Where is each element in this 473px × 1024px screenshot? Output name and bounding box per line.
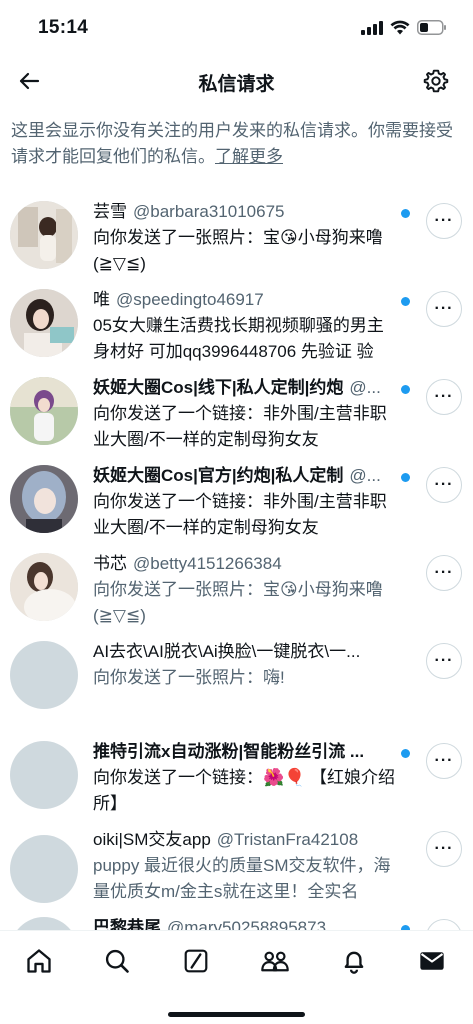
nav-home[interactable]	[19, 941, 59, 981]
avatar	[10, 201, 78, 269]
request-content: 妖姬大圈Cos|官方|约炮|私人定制 @... 向你发送了一个链接：非外围/主营…	[93, 463, 403, 541]
message-preview: 向你发送了一个链接：非外围/主营非职业大圈/不一样的定制母狗女友	[93, 404, 387, 449]
message-preview: 向你发送了一个链接：非外围/主营非职业大圈/不一样的定制母狗女友	[93, 492, 387, 537]
sender-name: 妖姬大圈Cos|线下|私人定制|约炮	[93, 378, 344, 397]
learn-more-link[interactable]: 了解更多	[215, 147, 283, 166]
sender-handle: @...	[349, 378, 381, 397]
more-icon: ···	[434, 388, 454, 405]
more-options-button[interactable]: ···	[426, 203, 462, 239]
communities-icon	[261, 951, 289, 972]
status-icons	[361, 20, 447, 35]
more-icon: ···	[434, 840, 454, 857]
request-content: 唯 @speedingto46917 05女大赚生活费找长期视频聊骚的男主 身材…	[93, 287, 403, 365]
nav-communities[interactable]	[255, 941, 295, 981]
sender-name: oiki|SM交友app	[93, 830, 211, 849]
request-row[interactable]: AI去衣\AI脱衣\Ai换脸\一键脱衣\一... 向你发送了一张照片：嗨! ··…	[0, 633, 473, 721]
message-preview: 向你发送了一张照片：宝😘小母狗来噜 (≧▽≦)	[93, 228, 383, 273]
request-row[interactable]: 妖姬大圈Cos|官方|约炮|私人定制 @... 向你发送了一个链接：非外围/主营…	[0, 457, 473, 545]
info-text: 这里会显示你没有关注的用户发来的私信请求。你需要接受请求才能回复他们的私信。了解…	[11, 118, 459, 170]
unread-indicator	[401, 297, 410, 306]
sender-handle: @barbara31010675	[133, 202, 285, 221]
request-row[interactable]: 唯 @speedingto46917 05女大赚生活费找长期视频聊骚的男主 身材…	[0, 281, 473, 369]
grok-icon	[184, 949, 208, 973]
request-content: 芸雪 @barbara31010675 向你发送了一张照片：宝😘小母狗来噜 (≧…	[93, 199, 403, 277]
nav-grok[interactable]	[176, 941, 216, 981]
sender-name: 书芯	[93, 554, 127, 573]
sender-handle: @speedingto46917	[116, 290, 264, 309]
more-icon: ···	[434, 564, 454, 581]
cellular-signal-icon	[361, 20, 383, 35]
avatar	[10, 741, 78, 809]
messages-icon	[420, 952, 444, 970]
wifi-icon	[390, 20, 410, 35]
request-row[interactable]: 推特引流x自动涨粉|智能粉丝引流 ... 向你发送了一个链接：🌺🎈 【红娘介绍所…	[0, 721, 473, 813]
more-icon: ···	[434, 652, 454, 669]
message-preview: 向你发送了一张照片：嗨!	[93, 668, 285, 687]
request-content: oiki|SM交友app @TristanFra42108 puppy 最近很火…	[93, 827, 403, 905]
avatar	[10, 835, 78, 903]
unread-indicator	[401, 209, 410, 218]
unread-indicator	[401, 385, 410, 394]
request-list: 芸雪 @barbara31010675 向你发送了一张照片：宝😘小母狗来噜 (≧…	[0, 193, 473, 997]
request-row[interactable]: 妖姬大圈Cos|线下|私人定制|约炮 @... 向你发送了一个链接：非外围/主营…	[0, 369, 473, 457]
sender-name: 妖姬大圈Cos|官方|约炮|私人定制	[93, 466, 344, 485]
sender-name: 唯	[93, 290, 110, 309]
bottom-navigation	[0, 930, 473, 1024]
gear-icon	[423, 69, 449, 93]
request-content: 妖姬大圈Cos|线下|私人定制|约炮 @... 向你发送了一个链接：非外围/主营…	[93, 375, 403, 453]
avatar	[10, 377, 78, 445]
sender-name: AI去衣\AI脱衣\Ai换脸\一键脱衣\一...	[93, 642, 361, 661]
page-title: 私信请求	[198, 74, 275, 95]
more-options-button[interactable]: ···	[426, 643, 462, 679]
message-preview: 向你发送了一张照片：宝😘小母狗来噜 (≧▽≦)	[93, 580, 383, 625]
header: 私信请求	[0, 56, 473, 106]
request-content: 推特引流x自动涨粉|智能粉丝引流 ... 向你发送了一个链接：🌺🎈 【红娘介绍所…	[93, 739, 403, 817]
notifications-icon	[344, 951, 364, 974]
home-icon	[27, 949, 51, 973]
nav-notifications[interactable]	[334, 941, 374, 981]
avatar	[10, 465, 78, 533]
sender-name: 推特引流x自动涨粉|智能粉丝引流 ...	[93, 742, 365, 761]
sender-handle: @TristanFra42108	[216, 830, 359, 849]
more-icon: ···	[434, 752, 454, 769]
avatar	[10, 553, 78, 621]
search-icon	[105, 949, 129, 973]
more-icon: ···	[434, 300, 454, 317]
settings-button[interactable]	[421, 66, 451, 96]
more-options-button[interactable]: ···	[426, 291, 462, 327]
more-icon: ···	[434, 476, 454, 493]
home-indicator	[168, 1012, 305, 1017]
avatar	[10, 289, 78, 357]
avatar	[10, 641, 78, 709]
message-preview: 向你发送了一个链接：🌺🎈 【红娘介绍所】	[93, 768, 396, 813]
more-options-button[interactable]: ···	[426, 379, 462, 415]
request-row[interactable]: oiki|SM交友app @TristanFra42108 puppy 最近很火…	[0, 821, 473, 909]
more-icon: ···	[434, 212, 454, 229]
message-preview: puppy 最近很火的质量SM交友软件，海量优质女m/金主s就在这里！全实名	[93, 856, 391, 901]
more-options-button[interactable]: ···	[426, 555, 462, 591]
unread-indicator	[401, 473, 410, 482]
request-content: AI去衣\AI脱衣\Ai换脸\一键脱衣\一... 向你发送了一张照片：嗨!	[93, 639, 403, 691]
message-preview: 05女大赚生活费找长期视频聊骚的男主 身材好 可加qq3996448706 先验…	[93, 316, 384, 361]
nav-search[interactable]	[97, 941, 137, 981]
unread-indicator	[401, 749, 410, 758]
more-options-button[interactable]: ···	[426, 467, 462, 503]
sender-handle: @betty4151266384	[133, 554, 282, 573]
sender-name: 芸雪	[93, 202, 127, 221]
battery-icon	[417, 20, 446, 35]
nav-messages[interactable]	[412, 941, 452, 981]
sender-handle: @...	[349, 466, 381, 485]
status-bar: 15:14	[0, 0, 473, 56]
request-row[interactable]: 书芯 @betty4151266384 向你发送了一张照片：宝😘小母狗来噜 (≧…	[0, 545, 473, 633]
more-options-button[interactable]: ···	[426, 743, 462, 779]
request-content: 书芯 @betty4151266384 向你发送了一张照片：宝😘小母狗来噜 (≧…	[93, 551, 403, 629]
request-row[interactable]: 芸雪 @barbara31010675 向你发送了一张照片：宝😘小母狗来噜 (≧…	[0, 193, 473, 281]
status-time: 15:14	[38, 17, 89, 38]
more-options-button[interactable]: ···	[426, 831, 462, 867]
